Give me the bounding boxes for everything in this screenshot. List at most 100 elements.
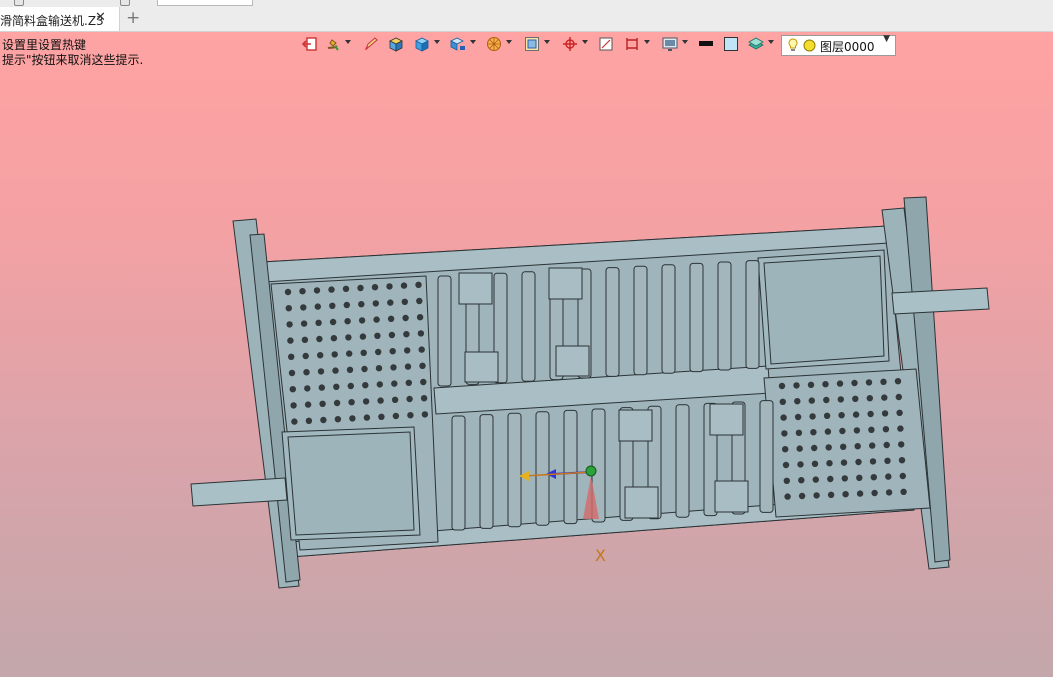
transfer-ball xyxy=(331,351,338,358)
transfer-ball xyxy=(794,398,801,405)
transfer-ball xyxy=(417,330,425,337)
transfer-ball xyxy=(421,411,429,418)
transfer-ball xyxy=(418,346,425,353)
transfer-ball xyxy=(793,382,800,389)
transfer-ball xyxy=(825,444,832,451)
document-tab-label: 滑简料盒输送机.Z3 xyxy=(0,14,104,28)
roller xyxy=(675,404,690,518)
transfer-ball xyxy=(347,382,354,390)
transfer-ball xyxy=(349,415,356,422)
transfer-ball xyxy=(313,287,321,294)
transfer-ball xyxy=(363,414,371,421)
transfer-ball xyxy=(885,489,893,496)
roller xyxy=(717,261,732,371)
transfer-ball xyxy=(812,476,819,483)
transfer-ball xyxy=(416,297,423,305)
transfer-ball xyxy=(813,492,820,499)
transfer-ball xyxy=(810,429,817,436)
transfer-ball xyxy=(869,442,876,449)
transfer-ball xyxy=(866,395,873,402)
stop-block xyxy=(458,272,493,305)
transfer-ball xyxy=(377,397,384,404)
transfer-ball xyxy=(317,352,324,359)
transfer-ball xyxy=(375,365,383,372)
transfer-ball xyxy=(319,400,326,407)
transfer-ball xyxy=(824,428,832,435)
stop-block xyxy=(709,403,744,436)
transfer-ball xyxy=(782,446,789,453)
transfer-ball xyxy=(291,418,298,425)
transfer-ball xyxy=(415,281,422,288)
transfer-ball xyxy=(373,316,380,323)
transfer-ball xyxy=(348,399,355,406)
transfer-ball xyxy=(881,394,888,401)
transfer-ball xyxy=(827,491,835,498)
3d-viewport[interactable]: 设置里设置热键 提示"按钮来取消这些提示. 图层0000 ▼ X xyxy=(0,32,1053,677)
transfer-ball xyxy=(822,381,829,388)
transfer-ball xyxy=(896,409,903,416)
transfer-ball xyxy=(289,386,296,393)
transfer-ball xyxy=(361,365,368,373)
transfer-ball xyxy=(299,288,306,295)
transfer-ball xyxy=(402,314,409,322)
roller xyxy=(745,260,760,369)
transfer-ball xyxy=(301,336,309,343)
transfer-ball xyxy=(392,412,400,420)
transfer-ball xyxy=(852,411,860,418)
close-tab-icon[interactable]: ✕ xyxy=(95,10,106,25)
transfer-ball xyxy=(842,491,849,498)
transfer-ball xyxy=(838,412,845,419)
transfer-ball xyxy=(378,413,385,420)
transfer-ball xyxy=(811,460,819,467)
transfer-ball xyxy=(343,301,350,309)
transfer-ball xyxy=(798,477,805,484)
roller xyxy=(605,267,620,377)
transfer-ball xyxy=(851,379,858,387)
transfer-ball xyxy=(899,472,906,480)
transfer-ball xyxy=(346,366,354,373)
transfer-ball xyxy=(391,396,399,403)
transfer-ball xyxy=(286,321,293,328)
transfer-ball xyxy=(302,352,309,360)
transfer-ball xyxy=(783,477,790,484)
transfer-ball xyxy=(882,426,890,433)
transfer-ball xyxy=(837,396,844,403)
transfer-ball xyxy=(332,367,339,374)
transfer-ball xyxy=(344,318,351,325)
transfer-ball xyxy=(314,303,321,310)
transfer-ball xyxy=(304,385,311,392)
conveyor-3d-model[interactable]: X xyxy=(0,32,1053,677)
transfer-ball xyxy=(853,427,861,434)
transfer-ball xyxy=(811,444,818,452)
transfer-ball xyxy=(390,364,397,371)
stop-block xyxy=(714,480,749,513)
new-tab-button[interactable]: + xyxy=(126,8,140,28)
transfer-ball xyxy=(867,410,874,418)
transfer-ball xyxy=(823,396,830,404)
roller xyxy=(451,415,466,531)
transfer-ball xyxy=(287,337,294,344)
transfer-ball xyxy=(285,305,292,312)
transfer-ball xyxy=(836,380,844,387)
transfer-ball xyxy=(288,369,296,377)
transfer-ball xyxy=(358,301,365,308)
transfer-ball xyxy=(362,382,369,389)
transfer-ball xyxy=(359,333,367,340)
transfer-ball xyxy=(342,285,350,292)
transfer-ball xyxy=(333,399,341,407)
transfer-ball xyxy=(300,304,307,311)
transfer-ball xyxy=(372,300,379,307)
transfer-ball xyxy=(316,335,323,343)
transfer-ball xyxy=(780,414,787,421)
transfer-ball xyxy=(334,416,342,423)
transfer-ball xyxy=(375,348,382,356)
document-tab[interactable]: 滑简料盒输送机.Z3 ✕ xyxy=(0,7,120,31)
stop-block xyxy=(624,486,659,519)
transfer-ball xyxy=(885,473,892,480)
transfer-ball xyxy=(823,412,831,419)
transfer-ball xyxy=(798,492,806,500)
transfer-ball xyxy=(315,319,322,326)
transfer-ball xyxy=(841,475,848,482)
transfer-ball xyxy=(856,474,863,481)
transfer-ball xyxy=(328,286,335,293)
